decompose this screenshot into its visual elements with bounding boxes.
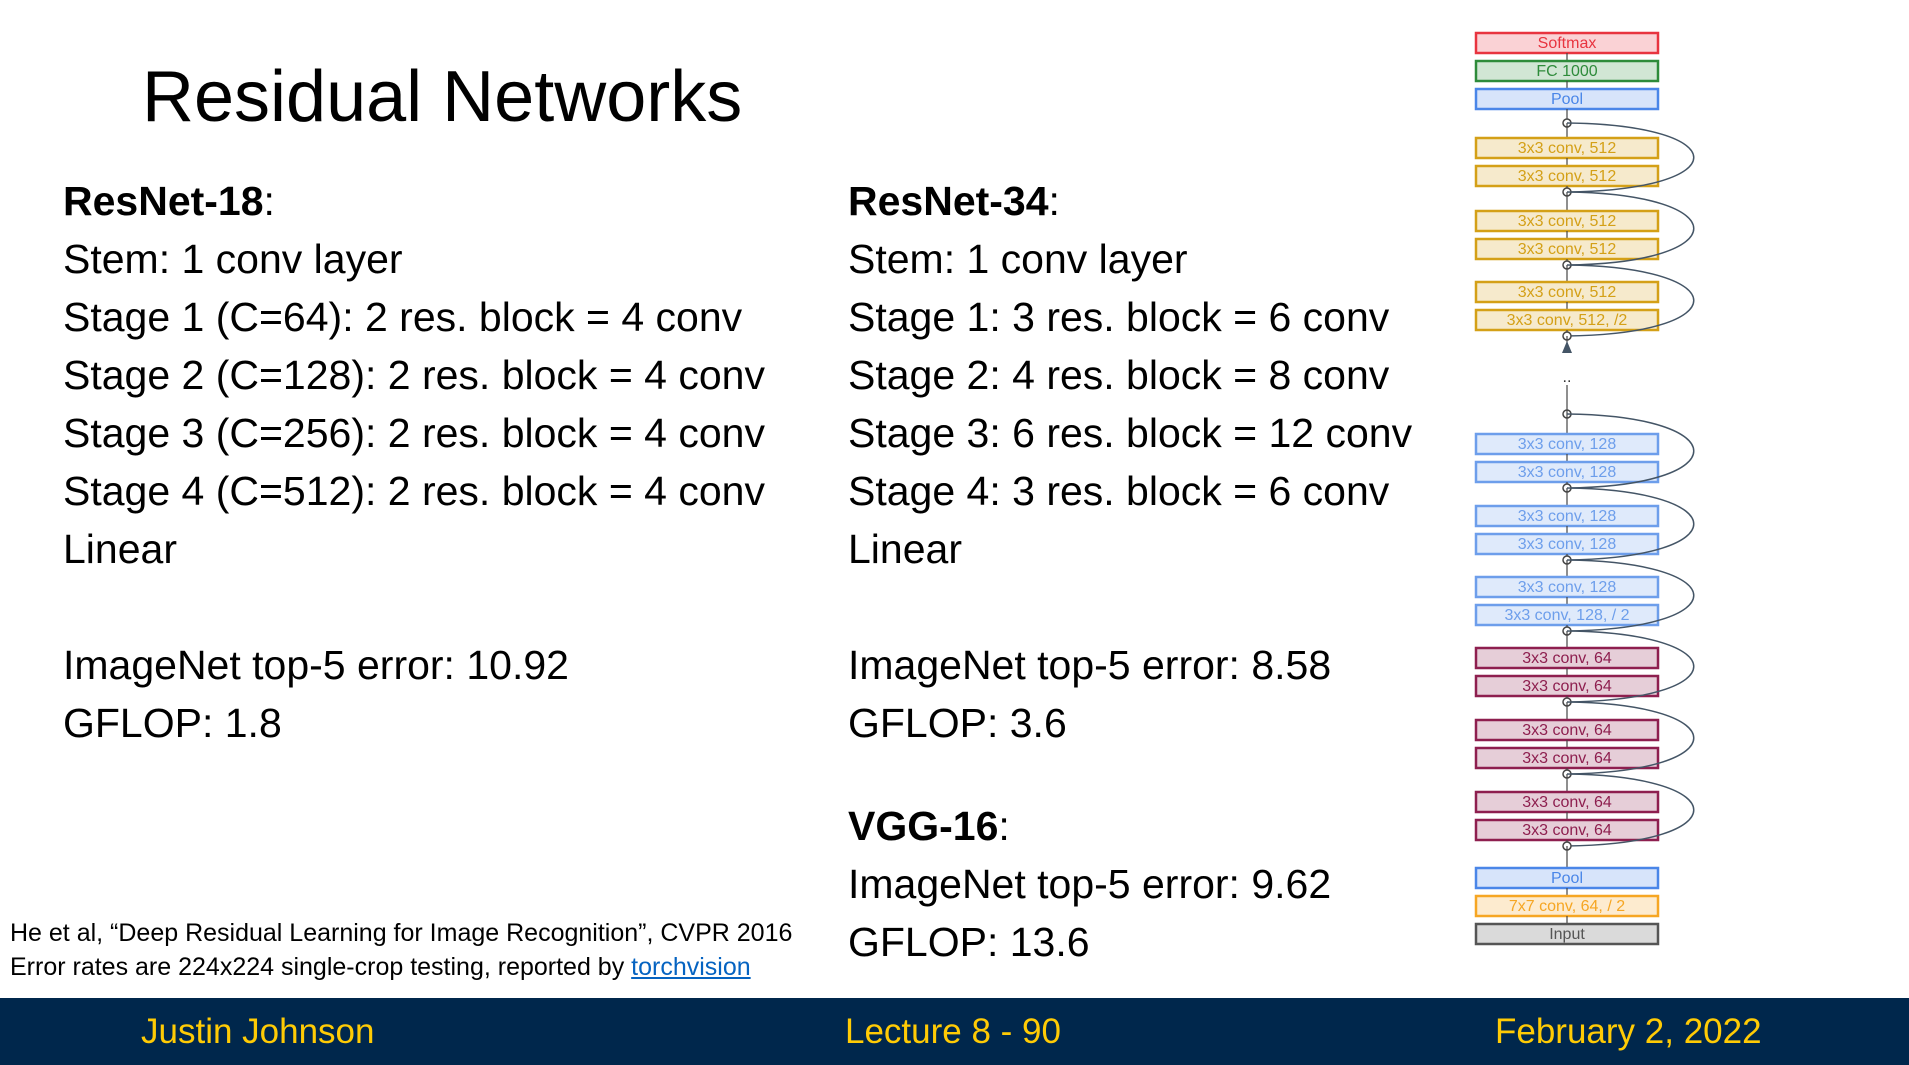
resnet18-section: ResNet-18: Stem: 1 conv layer Stage 1 (C… (63, 172, 765, 752)
layer-label: 3x3 conv, 64 (1522, 678, 1612, 695)
resnet18-line: Stage 3 (C=256): 2 res. block = 4 conv (63, 410, 765, 456)
resnet18-name: ResNet-18 (63, 178, 264, 224)
resnet34-line: Stage 1: 3 res. block = 6 conv (848, 294, 1390, 340)
resnet18-error: ImageNet top-5 error: 10.92 (63, 642, 569, 688)
layer-label: Pool (1551, 91, 1583, 108)
layer-label: 3x3 conv, 512 (1518, 168, 1617, 185)
resnet18-line: Stem: 1 conv layer (63, 236, 403, 282)
resnet34-line: Stage 2: 4 res. block = 8 conv (848, 352, 1390, 398)
layer-label: 7x7 conv, 64, / 2 (1509, 898, 1625, 915)
layer-label: 3x3 conv, 512 (1518, 284, 1617, 301)
layer-label: 3x3 conv, 128 (1518, 436, 1617, 453)
resnet34-gflop: GFLOP: 3.6 (848, 700, 1067, 746)
vgg16-section: VGG-16: ImageNet top-5 error: 9.62 GFLOP… (848, 797, 1331, 971)
layer-label: 3x3 conv, 64 (1522, 822, 1612, 839)
citation-note: Error rates are 224x224 single-crop test… (10, 950, 792, 984)
footer-lecture: Lecture 8 - 90 (845, 1012, 1061, 1051)
resnet34-line: Stage 3: 6 res. block = 12 conv (848, 410, 1413, 456)
torchvision-link[interactable]: torchvision (631, 953, 751, 981)
resnet34-line: Stem: 1 conv layer (848, 236, 1188, 282)
citation-paper: He et al, “Deep Residual Learning for Im… (10, 919, 793, 947)
layer-label: 3x3 conv, 128 (1518, 579, 1617, 596)
layer-label: Softmax (1538, 35, 1597, 52)
layer-label: 3x3 conv, 128 (1518, 508, 1617, 525)
layer-label: 3x3 conv, 512, /2 (1507, 312, 1628, 329)
resnet-architecture-diagram: Softmax FC 1000 Pool 3x3 conv, 512 3x3 conv,… (1474, 31, 1695, 946)
vgg16-error: ImageNet top-5 error: 9.62 (848, 861, 1332, 907)
resnet34-name: ResNet-34 (848, 178, 1049, 224)
vgg16-heading: VGG-16: (848, 797, 1331, 855)
citation: He et al, “Deep Residual Learning for Im… (10, 916, 792, 984)
footer-date: February 2, 2022 (1495, 1012, 1762, 1051)
layer-label: 3x3 conv, 512 (1518, 213, 1617, 230)
resnet18-line: Linear (63, 526, 177, 572)
resnet34-colon: : (1048, 178, 1060, 224)
layer-label: 3x3 conv, 64 (1522, 722, 1612, 739)
up-arrow-icon (1562, 341, 1572, 353)
vgg16-gflop: GFLOP: 13.6 (848, 919, 1090, 965)
layer-label: 3x3 conv, 64 (1522, 794, 1612, 811)
layer-label: Pool (1551, 870, 1583, 887)
resnet34-line: Stage 4: 3 res. block = 6 conv (848, 468, 1390, 514)
vgg16-colon: : (998, 803, 1010, 849)
resnet18-gflop: GFLOP: 1.8 (63, 700, 282, 746)
layer-label: 3x3 conv, 512 (1518, 241, 1617, 258)
vgg16-name: VGG-16 (848, 803, 999, 849)
citation-note-text: Error rates are 224x224 single-crop test… (10, 953, 632, 981)
resnet34-line: Linear (848, 526, 962, 572)
layer-label: 3x3 conv, 128, / 2 (1504, 607, 1629, 624)
resnet18-heading: ResNet-18: (63, 172, 765, 230)
resnet18-colon: : (263, 178, 275, 224)
resnet18-line: Stage 1 (C=64): 2 res. block = 4 conv (63, 294, 743, 340)
footer-bar: Justin Johnson Lecture 8 - 90 February 2… (0, 998, 1909, 1065)
resnet18-line: Stage 2 (C=128): 2 res. block = 4 conv (63, 352, 765, 398)
footer-author: Justin Johnson (141, 1012, 375, 1051)
layer-label: 3x3 conv, 128 (1518, 464, 1617, 481)
resnet18-line: Stage 4 (C=512): 2 res. block = 4 conv (63, 468, 765, 514)
layer-label: 3x3 conv, 64 (1522, 650, 1612, 667)
resnet34-error: ImageNet top-5 error: 8.58 (848, 642, 1332, 688)
resnet34-section: ResNet-34: Stem: 1 conv layer Stage 1: 3… (848, 172, 1412, 752)
layer-label: 3x3 conv, 512 (1518, 140, 1617, 157)
layer-label: 3x3 conv, 64 (1522, 750, 1612, 767)
layer-label: Input (1549, 926, 1585, 943)
resnet34-heading: ResNet-34: (848, 172, 1412, 230)
slide-title: Residual Networks (142, 57, 743, 137)
ellipsis-label: .. (1563, 369, 1572, 386)
layer-label: FC 1000 (1536, 63, 1597, 80)
layer-label: 3x3 conv, 128 (1518, 536, 1617, 553)
